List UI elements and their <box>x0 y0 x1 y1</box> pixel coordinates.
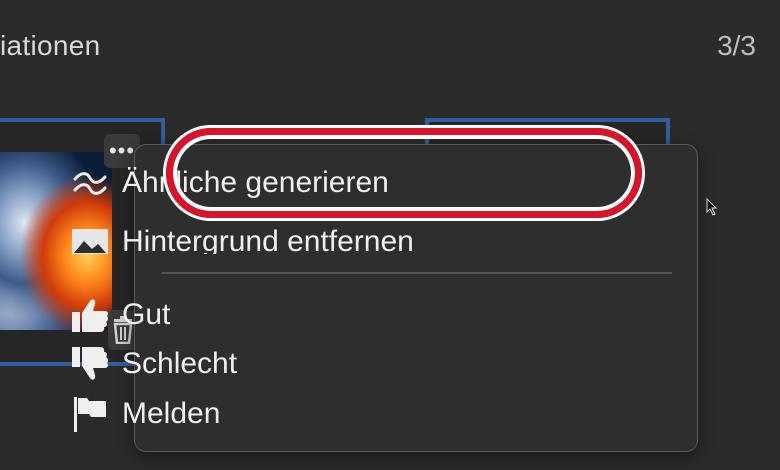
variation-counter: 3/3 <box>717 30 756 61</box>
flag-icon <box>70 394 110 434</box>
mouse-cursor-icon <box>706 198 718 216</box>
menu-item-report[interactable]: Melden <box>70 391 220 437</box>
thumbs-up-icon <box>70 295 110 335</box>
menu-item-remove-background[interactable]: Hintergrund entfernen <box>70 214 414 254</box>
image-icon <box>70 222 110 254</box>
menu-separator <box>162 272 672 274</box>
panel-title: iationen <box>0 30 101 61</box>
approx-equal-icon <box>70 163 110 203</box>
thumbs-down-icon <box>70 344 110 384</box>
menu-item-label: Schlecht <box>122 347 238 380</box>
menu-item-label: Gut <box>122 298 171 331</box>
highlight-annotation-ring <box>166 128 642 218</box>
menu-item-good[interactable]: Gut <box>70 292 170 338</box>
menu-item-label: Hintergrund entfernen <box>122 225 414 254</box>
menu-item-label: Melden <box>122 397 221 430</box>
menu-item-bad[interactable]: Schlecht <box>70 341 237 387</box>
